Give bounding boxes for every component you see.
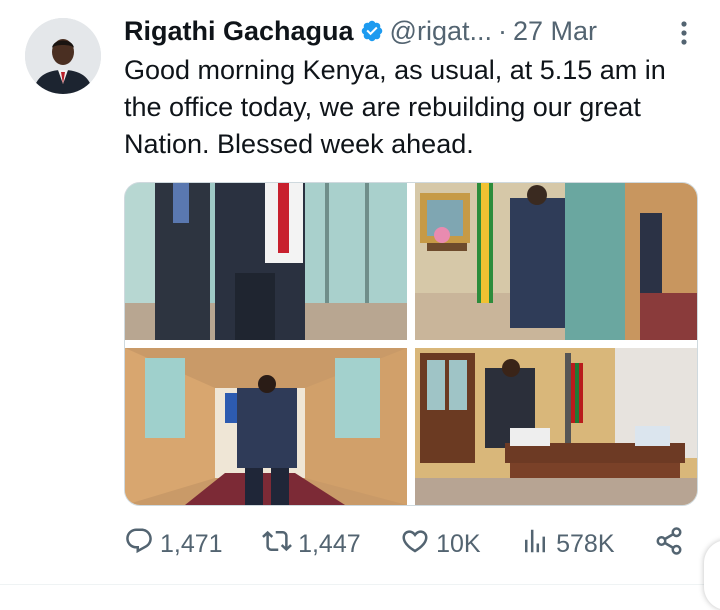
author-avatar[interactable] [25, 18, 101, 94]
tweet-divider [0, 584, 720, 585]
reply-count: 1,471 [160, 529, 223, 558]
like-count: 10K [436, 529, 481, 558]
views-count: 578K [556, 529, 615, 558]
tweet-actions: 1,471 1,447 10K 578K [124, 526, 684, 562]
more-vertical-icon[interactable] [678, 20, 690, 46]
tweet-text: Good morning Kenya, as usual, at 5.15 am… [124, 55, 666, 159]
reply-button[interactable]: 1,471 [124, 526, 223, 563]
like-button[interactable]: 10K [400, 526, 481, 563]
retweet-icon [262, 526, 292, 563]
separator-dot: · [497, 15, 507, 46]
author-handle[interactable]: @rigat... [390, 16, 492, 47]
reply-icon [124, 526, 154, 563]
photo-2[interactable] [415, 183, 697, 340]
tweet-date[interactable]: 27 Mar [513, 16, 597, 47]
photo-1[interactable] [125, 183, 407, 340]
verified-badge-icon [360, 19, 384, 43]
floating-action-button-edge[interactable] [704, 540, 720, 610]
photo-3[interactable] [125, 348, 407, 505]
photo-4[interactable] [415, 348, 697, 505]
share-button[interactable] [654, 526, 684, 563]
views-button[interactable]: 578K [520, 526, 615, 563]
retweet-button[interactable]: 1,447 [262, 526, 361, 563]
share-icon [654, 526, 684, 563]
media-grid [124, 182, 698, 506]
retweet-count: 1,447 [298, 529, 361, 558]
author-name[interactable]: Rigathi Gachagua [124, 16, 354, 47]
views-chart-icon [520, 526, 550, 563]
heart-icon [400, 526, 430, 563]
tweet-header: Rigathi Gachagua @rigat... · 27 Mar [124, 14, 690, 48]
